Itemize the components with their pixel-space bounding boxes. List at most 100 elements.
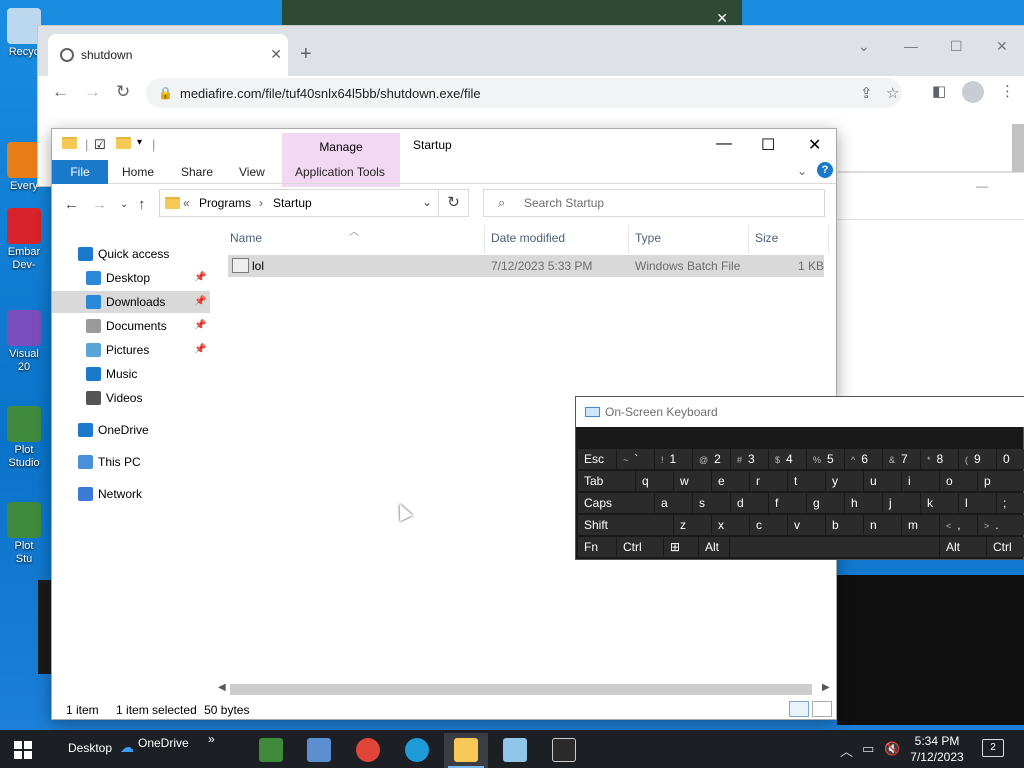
column-separator[interactable]	[484, 225, 485, 253]
osk-key[interactable]: u	[864, 471, 901, 491]
close-icon[interactable]: ✕	[716, 10, 728, 27]
refresh-button[interactable]: ↻	[439, 189, 469, 217]
osk-key[interactable]: s	[693, 493, 730, 513]
desktop-shortcut[interactable]: Visual 20	[0, 310, 48, 374]
osk-key[interactable]: b	[826, 515, 863, 535]
chevron-down-icon[interactable]: ⌄	[422, 195, 432, 209]
sidebar-item[interactable]: Desktop 📌	[52, 267, 210, 289]
breadcrumb-programs[interactable]: Programs	[199, 196, 251, 210]
osk-key[interactable]: Shift	[578, 515, 673, 535]
sidebar-item[interactable]: This PC	[52, 451, 210, 473]
osk-key[interactable]: e	[712, 471, 749, 491]
osk-key[interactable]: r	[750, 471, 787, 491]
customize-qat-icon[interactable]: ▾	[137, 137, 142, 148]
help-icon[interactable]: ?	[817, 162, 833, 178]
breadcrumb-overflow[interactable]: «	[183, 196, 190, 210]
sidebar-item[interactable]: Videos	[52, 387, 210, 409]
osk-key[interactable]: w	[674, 471, 711, 491]
osk-title-bar[interactable]: On-Screen Keyboard	[576, 397, 1024, 427]
osk-key[interactable]: z	[674, 515, 711, 535]
osk-key[interactable]: ~ `	[617, 449, 654, 469]
osk-key[interactable]: Caps	[578, 493, 654, 513]
scroll-right-icon[interactable]: ▶	[822, 682, 830, 693]
chrome-tab[interactable]: shutdown ✕	[48, 34, 288, 76]
osk-key[interactable]: Ctrl	[617, 537, 663, 557]
maximize-button[interactable]: ☐	[761, 135, 775, 155]
taskbar-app-terminal[interactable]	[542, 733, 586, 768]
lock-icon[interactable]: 🔒	[158, 86, 173, 100]
clock[interactable]: 5:34 PM 7/12/2023	[900, 733, 974, 765]
osk-key[interactable]: Tab	[578, 471, 635, 491]
large-icons-view-icon[interactable]	[812, 701, 832, 717]
breadcrumb-startup[interactable]: Startup	[273, 196, 312, 210]
tab-search-icon[interactable]: ⌄	[858, 38, 870, 55]
sidebar-item[interactable]: Quick access	[52, 243, 210, 265]
taskbar-app-notepad[interactable]	[493, 733, 537, 768]
expand-ribbon-icon[interactable]: ⌄	[797, 164, 807, 178]
osk-key[interactable]: (9	[959, 449, 996, 469]
column-separator[interactable]	[748, 225, 749, 253]
sidebar-item[interactable]: OneDrive	[52, 419, 210, 441]
osk-key[interactable]: ;	[997, 493, 1024, 513]
osk-key[interactable]: m	[902, 515, 939, 535]
osk-key[interactable]: Ctrl	[987, 537, 1024, 557]
osk-key[interactable]: Esc	[578, 449, 616, 469]
osk-key[interactable]: $4	[769, 449, 806, 469]
desktop-shortcut[interactable]: Plot Studio	[0, 406, 48, 470]
osk-key[interactable]: & 7	[883, 449, 920, 469]
desktop-toolbar-label[interactable]: Desktop	[68, 741, 112, 755]
column-date-modified[interactable]: Date modified	[491, 231, 565, 245]
osk-key[interactable]: a	[655, 493, 692, 513]
column-separator[interactable]	[628, 225, 629, 253]
address-bar[interactable]: 🔒 mediafire.com/file/tuf40snlx64l5bb/shu…	[146, 78, 902, 108]
osk-key[interactable]: v	[788, 515, 825, 535]
forward-icon[interactable]: →	[84, 82, 101, 102]
forward-icon[interactable]: →	[92, 196, 107, 213]
sidebar-item[interactable]: Pictures 📌	[52, 339, 210, 361]
osk-key[interactable]: % 5	[807, 449, 844, 469]
taskbar-app-edge[interactable]	[395, 733, 439, 768]
osk-key[interactable]: >.	[978, 515, 1024, 535]
onedrive-toolbar-label[interactable]: OneDrive	[138, 736, 189, 750]
new-folder-icon[interactable]	[116, 137, 131, 152]
osk-key[interactable]: * 8	[921, 449, 958, 469]
minimize-button[interactable]: —	[904, 38, 918, 54]
taskbar-app-network-tool[interactable]	[297, 733, 341, 768]
breadcrumb[interactable]: « Programs › Startup ⌄	[159, 189, 439, 217]
osk-key[interactable]: ! 1	[655, 449, 692, 469]
osk-key[interactable]: Fn	[578, 537, 616, 557]
tab-share[interactable]: Share	[181, 165, 213, 179]
close-button[interactable]: ✕	[808, 135, 821, 155]
osk-key[interactable]: <,	[940, 515, 977, 535]
maximize-button[interactable]: ☐	[950, 38, 963, 55]
osk-key[interactable]: ^ 6	[845, 449, 882, 469]
back-icon[interactable]: ←	[52, 82, 69, 102]
details-view-icon[interactable]	[789, 701, 809, 717]
taskbar-app-chrome[interactable]	[346, 733, 390, 768]
reload-icon[interactable]: ↻	[116, 82, 130, 102]
desktop-shortcut[interactable]: Plot Stu	[0, 502, 48, 566]
osk-key[interactable]: o	[940, 471, 977, 491]
osk-key[interactable]: g	[807, 493, 844, 513]
osk-key[interactable]: d	[731, 493, 768, 513]
osk-key[interactable]: f	[769, 493, 806, 513]
osk-key[interactable]: n	[864, 515, 901, 535]
taskbar-app-plot-studio[interactable]	[249, 733, 293, 768]
osk-key[interactable]: t	[788, 471, 825, 491]
osk-key[interactable]: c	[750, 515, 787, 535]
recent-locations-icon[interactable]: ⌄	[120, 199, 128, 210]
osk-key[interactable]: @2	[693, 449, 730, 469]
osk-key[interactable]: Alt	[699, 537, 729, 557]
osk-key[interactable]: 0	[997, 449, 1024, 469]
file-name[interactable]: lol	[252, 259, 264, 273]
search-box[interactable]: ⌕ Search Startup	[483, 189, 825, 217]
taskbar-app-file-explorer[interactable]	[444, 733, 488, 768]
osk-key[interactable]: ⊞	[664, 537, 698, 557]
sidebar-item[interactable]: Downloads 📌	[52, 291, 210, 313]
osk-key[interactable]: h	[845, 493, 882, 513]
horizontal-scrollbar[interactable]: ◀ ▶	[216, 682, 834, 696]
minimize-button[interactable]: —	[716, 135, 732, 153]
osk-key[interactable]: p	[978, 471, 1024, 491]
osk-key[interactable]: y	[826, 471, 863, 491]
network-icon[interactable]: ▭	[862, 741, 874, 757]
